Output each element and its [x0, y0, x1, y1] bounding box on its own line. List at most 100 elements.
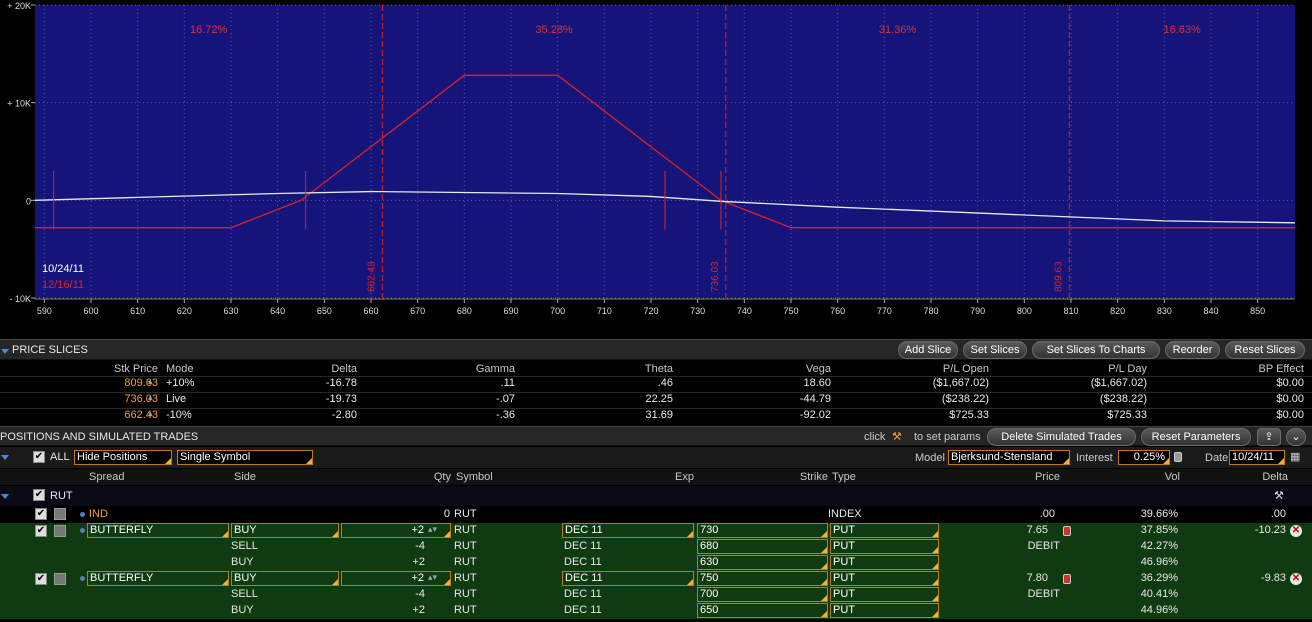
leg-symbol: RUT	[454, 604, 477, 616]
x-tick-label: 820	[1110, 306, 1125, 316]
filter-row: ✔ ALL Hide Positions Single Symbol Model…	[0, 447, 1312, 468]
col-delta-pos: Delta	[1262, 471, 1288, 483]
leg-qty: -4	[415, 588, 425, 600]
slice-pl-day: ($238.22)	[1099, 393, 1147, 405]
leg-vol: 44.96%	[1140, 604, 1178, 616]
leg-qty: +2	[412, 556, 425, 568]
remove-trade-icon[interactable]: ✕	[1290, 525, 1302, 537]
add-slice-button[interactable]: Add Slice	[898, 341, 958, 359]
index-checkbox[interactable]: ✔	[35, 508, 47, 520]
col-mode: Mode	[166, 363, 194, 375]
price-slices-title: PRICE SLICES	[12, 344, 88, 356]
type-select[interactable]: PUT	[830, 523, 939, 538]
interest-label: Interest	[1076, 452, 1113, 464]
export-icon[interactable]: ⇪	[1257, 428, 1281, 446]
price-lock-icon[interactable]	[1063, 526, 1071, 536]
qty-spinner-icon[interactable]: ▴▾	[428, 572, 437, 583]
trade-leg-row: SELL -4 DEC 11 RUT 700 PUT DEBIT 40.41%	[0, 587, 1312, 603]
delete-simulated-trades-button[interactable]: Delete Simulated Trades	[987, 428, 1136, 446]
trade-price[interactable]: 7.80	[1000, 572, 1048, 584]
col-vega: Vega	[805, 363, 831, 375]
slice-bp-effect: $0.00	[1276, 409, 1304, 421]
trade-square[interactable]	[54, 573, 66, 585]
set-slices-button[interactable]: Set Slices	[963, 341, 1027, 359]
col-price: Price	[1034, 471, 1060, 483]
leg-vol: 46.96%	[1140, 556, 1178, 568]
strike-select[interactable]: 680	[697, 539, 828, 554]
side-select[interactable]: BUY	[231, 571, 339, 586]
risk-profile-chart[interactable]: 662.43 736.03 809.63 + 20K + 10K 0 - 10K 590 6…	[0, 0, 1312, 318]
group-checkbox[interactable]: ✔	[33, 489, 45, 501]
index-square[interactable]	[54, 508, 66, 520]
trade-checkbox[interactable]: ✔	[35, 573, 47, 585]
model-label: Model	[915, 452, 945, 464]
reset-parameters-button[interactable]: Reset Parameters	[1141, 428, 1251, 446]
side-select[interactable]: BUY	[231, 523, 339, 538]
exp-select[interactable]: DEC 11	[562, 523, 694, 538]
strike-select[interactable]: 750	[697, 571, 828, 586]
price-spinner-icon[interactable]: ▴	[148, 376, 153, 387]
type-select[interactable]: PUT	[830, 539, 939, 554]
strike-select[interactable]: 730	[697, 523, 828, 538]
price-spinner-icon[interactable]: ▴	[148, 408, 153, 419]
interest-input[interactable]: 0.25%	[1118, 450, 1170, 465]
type-select[interactable]: PUT	[830, 587, 939, 602]
trade-price[interactable]: 7.65	[1000, 524, 1048, 536]
collapse-icon[interactable]: ⌄	[1286, 428, 1306, 446]
slice-mode[interactable]: +10%	[166, 377, 196, 389]
slice-delta: -16.78	[325, 377, 357, 389]
leg-symbol: RUT	[454, 524, 477, 536]
date-input[interactable]: 10/24/11	[1229, 450, 1285, 465]
model-select[interactable]: Bjerksund-Stensland	[948, 450, 1070, 465]
price-lock-icon[interactable]	[1063, 574, 1071, 584]
trade-delta: -9.83	[1260, 572, 1286, 584]
chart-plot-area	[35, 5, 1295, 298]
trade-checkbox[interactable]: ✔	[35, 525, 47, 537]
set-slices-to-charts-button[interactable]: Set Slices To Charts	[1032, 341, 1160, 359]
date-today-label: 10/24/11	[42, 263, 84, 275]
col-qty: Qty	[433, 471, 451, 483]
x-tick-label: 740	[737, 306, 752, 316]
interest-lock-icon[interactable]	[1174, 452, 1182, 462]
collapse-triangle-icon[interactable]	[1, 349, 9, 354]
leg-symbol: RUT	[454, 572, 477, 584]
slice-percentage: 31.36%	[879, 24, 917, 36]
strike-select[interactable]: 650	[697, 603, 828, 618]
slice-pl-day: $725.33	[1107, 409, 1147, 421]
hide-positions-select[interactable]: Hide Positions	[74, 450, 172, 465]
all-checkbox[interactable]: ✔	[33, 451, 45, 463]
x-tick-label: 780	[923, 306, 938, 316]
reorder-button[interactable]: Reorder	[1165, 341, 1220, 359]
trade-dot	[80, 576, 85, 581]
trade-delta: -10.23	[1254, 524, 1286, 536]
price-spinner-icon[interactable]: ▴	[148, 392, 153, 403]
expand-triangle-icon[interactable]	[1, 455, 9, 460]
qty-spinner-icon[interactable]: ▴▾	[428, 524, 437, 535]
col-theta: Theta	[644, 363, 673, 375]
reset-slices-button[interactable]: Reset Slices	[1225, 341, 1305, 359]
trade-dot	[80, 528, 85, 533]
group-collapse-icon[interactable]	[1, 494, 9, 499]
exp-select[interactable]: DEC 11	[562, 571, 694, 586]
single-symbol-select[interactable]: Single Symbol	[177, 450, 313, 465]
type-select[interactable]: PUT	[830, 555, 939, 570]
price-slices-bar: PRICE SLICES Add Slice Set Slices Set Sl…	[0, 339, 1312, 360]
calendar-icon[interactable]: ▦	[1290, 450, 1300, 463]
index-type: INDEX	[828, 508, 862, 520]
slice-mode[interactable]: Live	[166, 393, 196, 405]
col-gamma: Gamma	[475, 363, 515, 375]
remove-trade-icon[interactable]: ✕	[1290, 573, 1302, 585]
group-settings-icon[interactable]: ⚒	[1274, 489, 1284, 502]
x-tick-label: 770	[877, 306, 892, 316]
slice-mode[interactable]: -10%	[166, 409, 196, 421]
spread-select[interactable]: BUTTERFLY	[87, 571, 229, 586]
strike-select[interactable]: 700	[697, 587, 828, 602]
strike-select[interactable]: 630	[697, 555, 828, 570]
slice-gamma: -.07	[496, 393, 515, 405]
group-symbol: RUT	[50, 490, 73, 502]
trade-square[interactable]	[54, 525, 66, 537]
type-select[interactable]: PUT	[830, 603, 939, 618]
spread-select[interactable]: BUTTERFLY	[87, 523, 229, 538]
slice-percentage: 16.72%	[190, 24, 228, 36]
type-select[interactable]: PUT	[830, 571, 939, 586]
